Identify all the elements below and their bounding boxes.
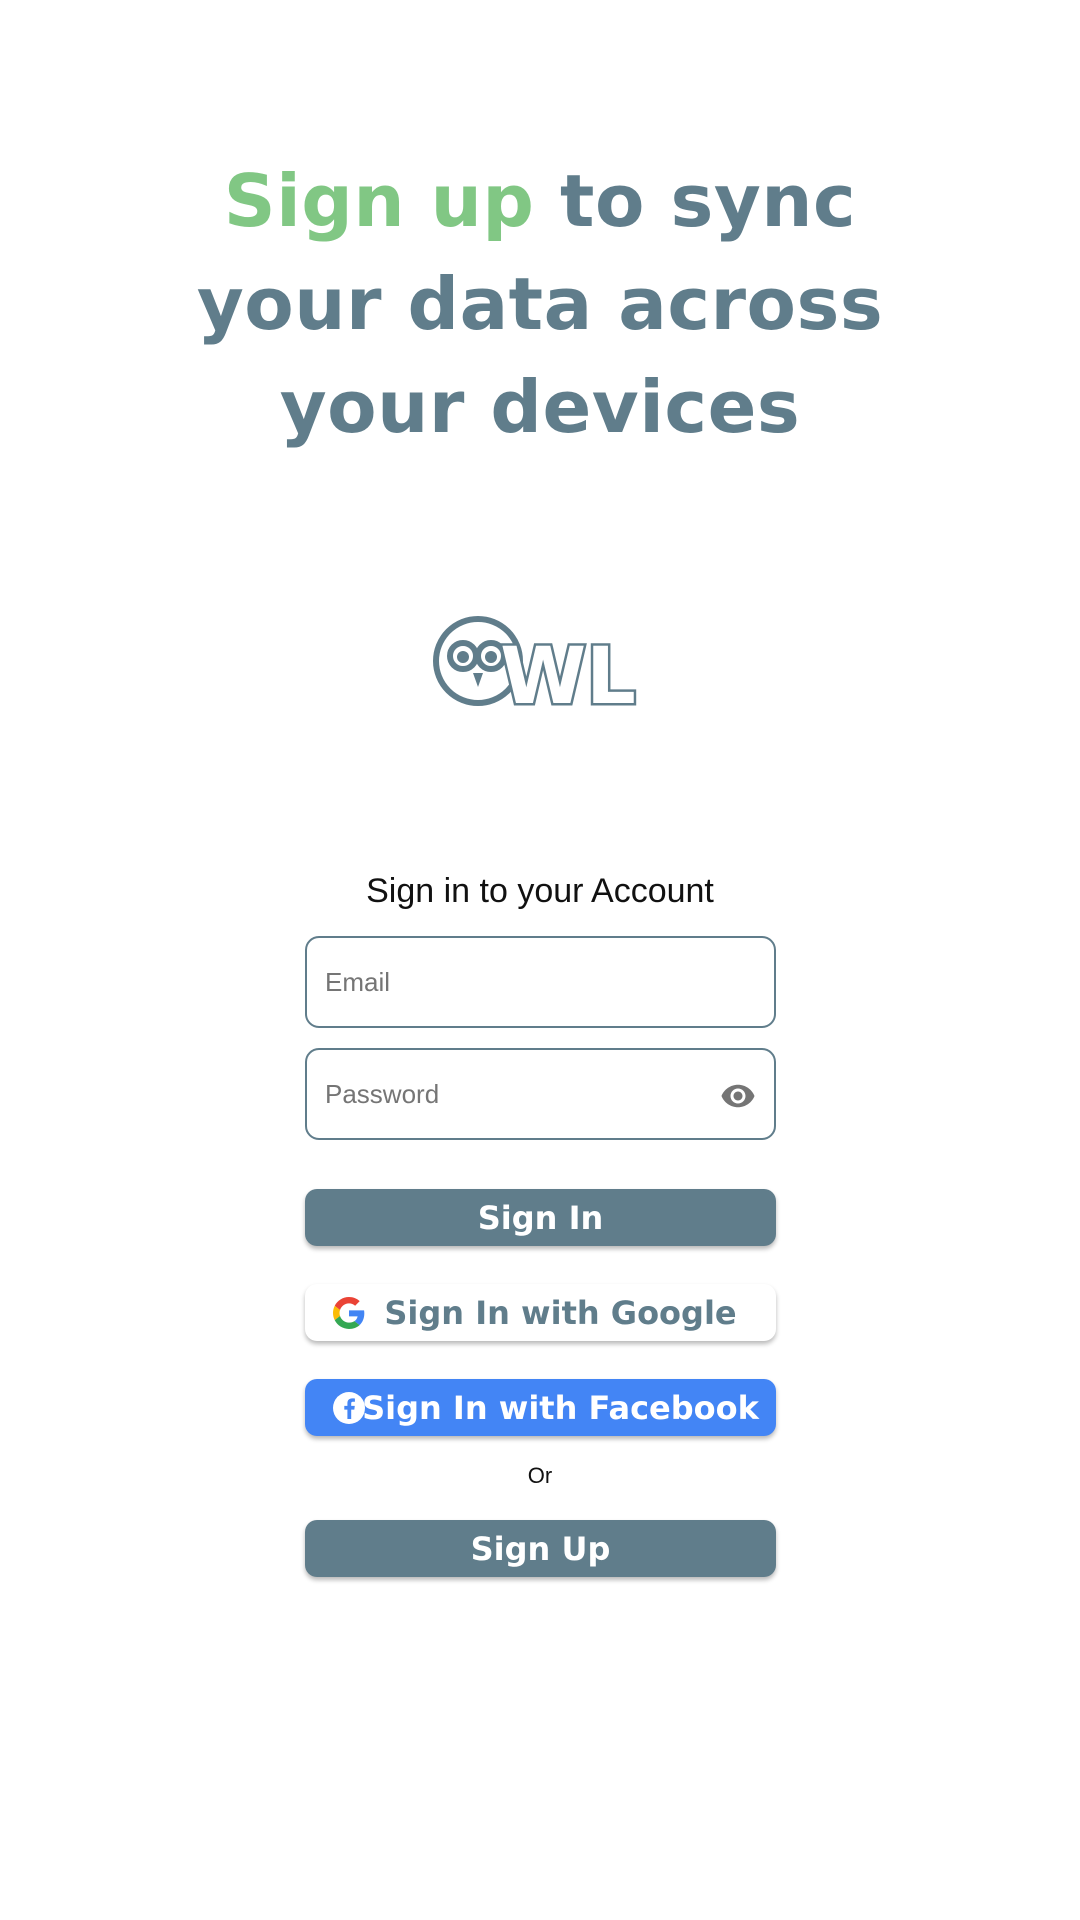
- sign-up-label: Sign Up: [470, 1529, 611, 1568]
- password-field[interactable]: [305, 1048, 776, 1140]
- owl-logo: WL: [433, 616, 638, 711]
- headline-line-2: your data across: [196, 262, 884, 346]
- headline-line-1-rest: to sync: [534, 159, 857, 243]
- or-divider-text: Or: [527, 1463, 553, 1488]
- facebook-f-icon: [333, 1392, 365, 1424]
- facebook-sign-in-label: Sign In with Facebook: [362, 1388, 759, 1427]
- email-field[interactable]: [305, 936, 776, 1028]
- google-sign-in-button[interactable]: Sign In with Google: [305, 1284, 776, 1341]
- sign-in-button[interactable]: Sign In: [305, 1189, 776, 1246]
- google-sign-in-label: Sign In with Google: [384, 1293, 737, 1332]
- email-input[interactable]: [325, 938, 725, 1026]
- google-g-icon: [333, 1297, 365, 1329]
- headline-accent: Sign up: [223, 159, 535, 243]
- headline-line-1: Sign up to sync: [0, 150, 1080, 253]
- form-title: Sign in to your Account: [366, 872, 714, 910]
- logo-text: WL: [500, 632, 636, 711]
- facebook-sign-in-button[interactable]: Sign In with Facebook: [305, 1379, 776, 1436]
- headline-line-3: your devices: [279, 365, 801, 449]
- password-input[interactable]: [325, 1050, 725, 1138]
- headline: Sign up to sync your data across your de…: [0, 150, 1080, 459]
- eye-icon[interactable]: [720, 1078, 756, 1114]
- sign-in-label: Sign In: [477, 1198, 604, 1237]
- sign-up-button[interactable]: Sign Up: [305, 1520, 776, 1577]
